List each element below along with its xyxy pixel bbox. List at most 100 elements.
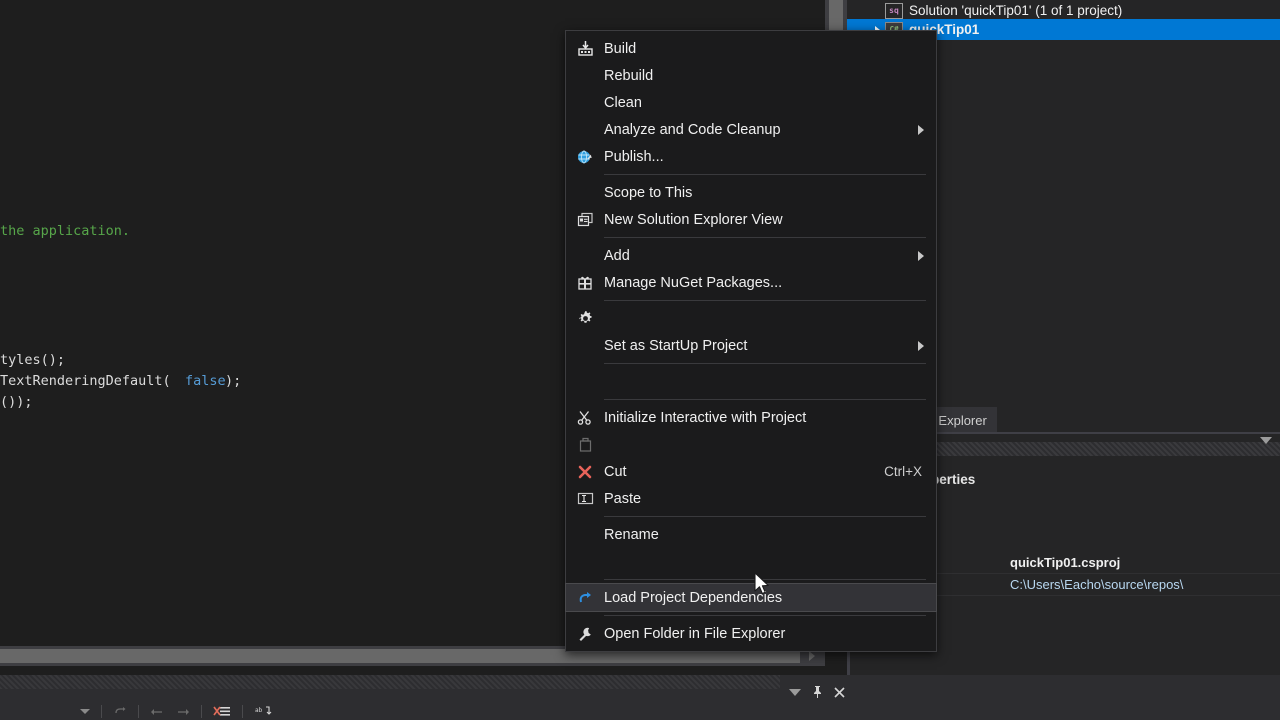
nuget-package-icon: [566, 269, 604, 296]
close-icon[interactable]: [828, 681, 850, 703]
menu-item-open-folder-in-file-explorer[interactable]: Load Project Dependencies: [566, 584, 936, 611]
menu-item-publish[interactable]: Publish...: [566, 143, 936, 170]
menu-icon-slot: [566, 62, 604, 89]
menu-item-manage-nuget-packages[interactable]: Manage NuGet Packages...: [566, 269, 936, 296]
dropdown-icon: [80, 709, 90, 714]
menu-item-analyze-and-code-cleanup[interactable]: Analyze and Code Cleanup: [566, 116, 936, 143]
menu-icon-slot: [566, 368, 604, 395]
clipboard-icon: [566, 431, 604, 458]
menu-item-label: New Solution Explorer View: [604, 212, 936, 228]
menu-item-debug[interactable]: Set as StartUp Project: [566, 332, 936, 359]
menu-item-add[interactable]: Add: [566, 242, 936, 269]
menu-item-label: Add: [604, 248, 936, 264]
property-value: C:\Users\Eacho\source\repos\: [1002, 577, 1280, 592]
mouse-pointer: [754, 572, 772, 603]
code-token-keyword: false: [185, 371, 226, 392]
menu-item-label: Clean: [604, 95, 936, 111]
submenu-arrow-icon: [918, 125, 924, 135]
menu-icon-slot: [566, 89, 604, 116]
code-line: tyles();: [0, 350, 65, 371]
disable-breakpoints-button[interactable]: [207, 703, 237, 720]
menu-item-rebuild[interactable]: Rebuild: [566, 62, 936, 89]
menu-item-cut[interactable]: Initialize Interactive with Project: [566, 404, 936, 431]
menu-item-label: Build: [604, 41, 936, 57]
menu-item-accelerator: Ctrl+X: [884, 464, 936, 479]
build-icon: [566, 35, 604, 62]
toolbar-separator: [138, 705, 139, 718]
menu-separator: [604, 174, 926, 175]
visual-studio-window: the application. tyles(); TextRenderingD…: [0, 0, 1280, 720]
arrow-right-icon: [176, 706, 190, 718]
toolbar-separator: [242, 705, 243, 718]
chevron-right-icon: [809, 651, 815, 661]
menu-item-label: Manage NuGet Packages...: [604, 275, 936, 291]
project-context-menu[interactable]: Build Rebuild Clean Analyze and Code Cle…: [565, 30, 937, 652]
menu-item-scope-to-this[interactable]: Scope to This: [566, 179, 936, 206]
submenu-arrow-icon: [918, 341, 924, 351]
pin-icon[interactable]: [806, 681, 828, 703]
publish-globe-icon: [566, 143, 604, 170]
menu-icon-slot: [566, 521, 604, 548]
toolbar-separator: [201, 705, 202, 718]
undo-icon: [113, 706, 127, 718]
solution-icon: sq: [885, 3, 903, 19]
menu-separator: [604, 237, 926, 238]
panel-window-controls: [784, 681, 850, 703]
properties-overflow-dropdown[interactable]: [1260, 444, 1272, 462]
scissors-icon: [566, 404, 604, 431]
abc-icon: ab: [254, 705, 272, 718]
tree-row-solution[interactable]: sq Solution 'quickTip01' (1 of 1 project…: [847, 0, 1122, 21]
menu-item-load-project-dependencies[interactable]: [566, 548, 936, 575]
menu-icon-slot: [566, 116, 604, 143]
step-back-button[interactable]: [107, 703, 133, 720]
menu-item-label: Rename: [604, 527, 936, 543]
menu-icon-slot: [566, 332, 604, 359]
menu-icon-slot: [566, 548, 604, 575]
submenu-arrow-icon: [918, 251, 924, 261]
menu-item-new-solution-explorer-view[interactable]: New Solution Explorer View: [566, 206, 936, 233]
menu-item-label: Open Folder in File Explorer: [604, 626, 922, 642]
chevron-down-icon[interactable]: [784, 681, 806, 703]
spellcheck-button[interactable]: ab: [248, 703, 278, 720]
menu-separator: [604, 399, 926, 400]
toolbar-separator: [101, 705, 102, 718]
bottom-toolbar: ab: [0, 703, 1280, 720]
menu-item-build[interactable]: Build: [566, 35, 936, 62]
combo-dropdown[interactable]: [0, 703, 96, 720]
panel-drag-handle[interactable]: [0, 675, 780, 689]
menu-item-rename[interactable]: Paste: [566, 485, 936, 512]
gear-icon: [566, 305, 604, 332]
menu-separator: [604, 516, 926, 517]
menu-item-clean[interactable]: Clean: [566, 89, 936, 116]
menu-separator: [604, 300, 926, 301]
strikethrough-red-icon: [213, 705, 231, 718]
property-value: quickTip01.csproj: [1002, 555, 1280, 570]
code-line: TextRenderingDefault(: [0, 371, 171, 392]
open-folder-arrow-icon: [566, 584, 604, 611]
navigate-forward-button[interactable]: [170, 703, 196, 720]
arrow-left-icon: [150, 706, 164, 718]
remove-x-icon: [566, 458, 604, 485]
menu-item-label: Paste: [604, 491, 936, 507]
wrench-icon: [566, 620, 604, 647]
navigate-back-button[interactable]: [144, 703, 170, 720]
menu-item-label: Cut: [604, 464, 884, 480]
menu-item-remove[interactable]: Cut Ctrl+X: [566, 458, 936, 485]
menu-item-set-as-startup-project[interactable]: [566, 305, 936, 332]
menu-item-unload-project[interactable]: Rename: [566, 521, 936, 548]
menu-item-label: Scope to This: [604, 185, 936, 201]
menu-item-initialize-interactive-with-project[interactable]: [566, 368, 936, 395]
menu-item-label: Rebuild: [604, 68, 936, 84]
menu-item-paste: [566, 431, 936, 458]
menu-item-label: Set as StartUp Project: [604, 338, 936, 354]
menu-item-properties[interactable]: Open Folder in File Explorer: [566, 620, 936, 647]
menu-item-label: Publish...: [604, 149, 936, 165]
new-solution-explorer-view-icon: [566, 206, 604, 233]
chevron-down-icon: [1260, 437, 1272, 461]
code-line: ());: [0, 392, 33, 413]
svg-text:ab: ab: [255, 707, 263, 714]
rename-icon: [566, 485, 604, 512]
code-line: the application.: [0, 221, 130, 242]
tree-item-label: Solution 'quickTip01' (1 of 1 project): [909, 3, 1122, 18]
code-line: );: [225, 371, 241, 392]
